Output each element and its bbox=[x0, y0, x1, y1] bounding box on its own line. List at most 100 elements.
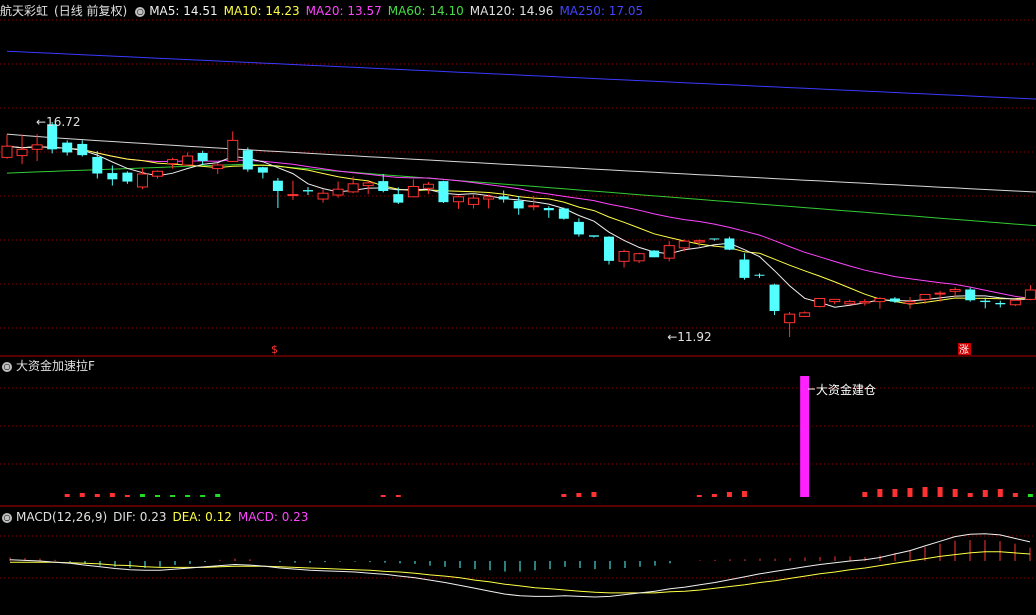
candle-body bbox=[16, 148, 28, 157]
ma60-label: MA60: 14.10 bbox=[387, 4, 464, 18]
candle-body bbox=[197, 152, 208, 161]
candle-body bbox=[618, 250, 630, 262]
candle-body bbox=[724, 238, 735, 250]
settings-circle-icon[interactable]: ○ bbox=[2, 512, 12, 523]
indicator-panel-header: ○ 大资金加速拉F bbox=[0, 356, 101, 376]
candle-body bbox=[438, 181, 449, 203]
candle-body bbox=[136, 173, 148, 188]
indicator-bar bbox=[696, 495, 702, 497]
signal-marker: $ bbox=[271, 343, 278, 356]
candle-body bbox=[995, 302, 1006, 305]
indicator-bar bbox=[395, 495, 401, 497]
candle-body bbox=[242, 150, 253, 170]
indicator-bar bbox=[1012, 493, 1018, 497]
candle-body bbox=[77, 143, 88, 156]
ma10-label: MA10: 14.23 bbox=[223, 4, 300, 18]
indicator-bar bbox=[109, 493, 115, 497]
indicator-bar bbox=[741, 491, 747, 497]
indicator-bar bbox=[711, 494, 717, 497]
indicator-annotation: 大资金建仓 bbox=[816, 382, 876, 397]
candle-body bbox=[182, 155, 194, 166]
dea-value: DEA: 0.12 bbox=[172, 510, 232, 524]
ma20-line bbox=[6, 145, 1036, 299]
ma120-label: MA120: 14.96 bbox=[469, 4, 554, 18]
candle-body bbox=[422, 183, 434, 189]
indicator-bar bbox=[982, 490, 988, 497]
candle-body bbox=[122, 172, 133, 182]
candle-body bbox=[754, 274, 765, 276]
candle-body bbox=[528, 205, 540, 208]
candle-body bbox=[889, 298, 900, 302]
indicator-bar bbox=[907, 488, 913, 497]
candle-body bbox=[980, 300, 991, 303]
macd-title: MACD(12,26,9) bbox=[16, 510, 108, 524]
candle-body bbox=[212, 164, 224, 170]
candle-body bbox=[859, 301, 871, 304]
low-price-label: ←11.92 bbox=[667, 330, 711, 344]
indicator-bar bbox=[877, 489, 883, 497]
indicator-bar bbox=[561, 494, 567, 497]
chart-mode: (日线 前复权) bbox=[54, 4, 128, 18]
candle-body bbox=[1, 145, 13, 158]
indicator-bar bbox=[967, 493, 973, 497]
indicator-bar bbox=[170, 495, 176, 497]
macd-panel-header: ○ MACD(12,26,9) DIF: 0.23 DEA: 0.12 MACD: 0.… bbox=[0, 507, 314, 527]
candle-body bbox=[62, 142, 73, 153]
indicator-bar bbox=[380, 495, 386, 497]
candle-body bbox=[498, 196, 509, 200]
candle-body bbox=[513, 200, 524, 209]
settings-circle-icon[interactable]: ○ bbox=[135, 6, 146, 17]
candle-body bbox=[92, 156, 103, 174]
candle-body bbox=[678, 240, 690, 249]
ma10-line bbox=[6, 145, 1036, 305]
macd-value: MACD: 0.23 bbox=[237, 510, 309, 524]
candle-body bbox=[784, 313, 796, 324]
candle-body bbox=[874, 297, 886, 303]
candle-body bbox=[257, 167, 268, 173]
indicator-bar bbox=[997, 489, 1003, 497]
candle-body bbox=[904, 301, 916, 304]
candle-body bbox=[739, 259, 750, 278]
candle-body bbox=[453, 196, 464, 203]
candle-body bbox=[317, 192, 329, 200]
ma250-label: MA250: 17.05 bbox=[559, 4, 644, 18]
candle-body bbox=[227, 139, 239, 162]
indicator-bar bbox=[800, 376, 810, 497]
candle-body bbox=[934, 292, 946, 295]
candle-body bbox=[573, 221, 584, 235]
indicator-bar bbox=[139, 494, 145, 497]
indicator-bar bbox=[726, 492, 732, 497]
candle-body bbox=[919, 293, 931, 300]
candle-body bbox=[1024, 289, 1036, 300]
candle-body bbox=[604, 236, 614, 261]
indicator-bar bbox=[862, 492, 868, 497]
ma20-label: MA20: 13.57 bbox=[305, 4, 382, 18]
candle-body bbox=[483, 196, 495, 200]
candle-body bbox=[829, 298, 841, 303]
indicator-bar bbox=[892, 489, 898, 497]
signal-badge-text: 涨 bbox=[959, 344, 969, 356]
candle-body bbox=[1009, 299, 1021, 306]
candle-body bbox=[332, 188, 344, 196]
high-price-label: ←16.72 bbox=[36, 115, 80, 129]
candle-body bbox=[407, 186, 419, 198]
candle-body bbox=[769, 284, 780, 312]
indicator-bar bbox=[576, 493, 582, 497]
candle-body bbox=[107, 173, 118, 180]
candle-body bbox=[167, 159, 179, 165]
candle-body bbox=[152, 170, 163, 177]
indicator-bar bbox=[1027, 494, 1033, 497]
dif-value: DIF: 0.23 bbox=[113, 510, 167, 524]
candle-body bbox=[303, 190, 313, 192]
main-panel-header: 航天彩虹 (日线 前复权) ○ MA5: 14.51 MA10: 14.23 MA20: … bbox=[0, 1, 649, 21]
indicator-bar bbox=[79, 493, 85, 497]
candle-body bbox=[347, 183, 359, 193]
candle-body bbox=[814, 297, 826, 308]
indicator-title: 大资金加速拉F bbox=[16, 359, 95, 373]
settings-circle-icon[interactable]: ○ bbox=[2, 361, 12, 372]
indicator-bar bbox=[124, 495, 130, 497]
candle-body bbox=[588, 235, 599, 237]
candle-body bbox=[649, 250, 660, 258]
candle-body bbox=[844, 301, 856, 305]
indicator-bar bbox=[200, 495, 206, 497]
